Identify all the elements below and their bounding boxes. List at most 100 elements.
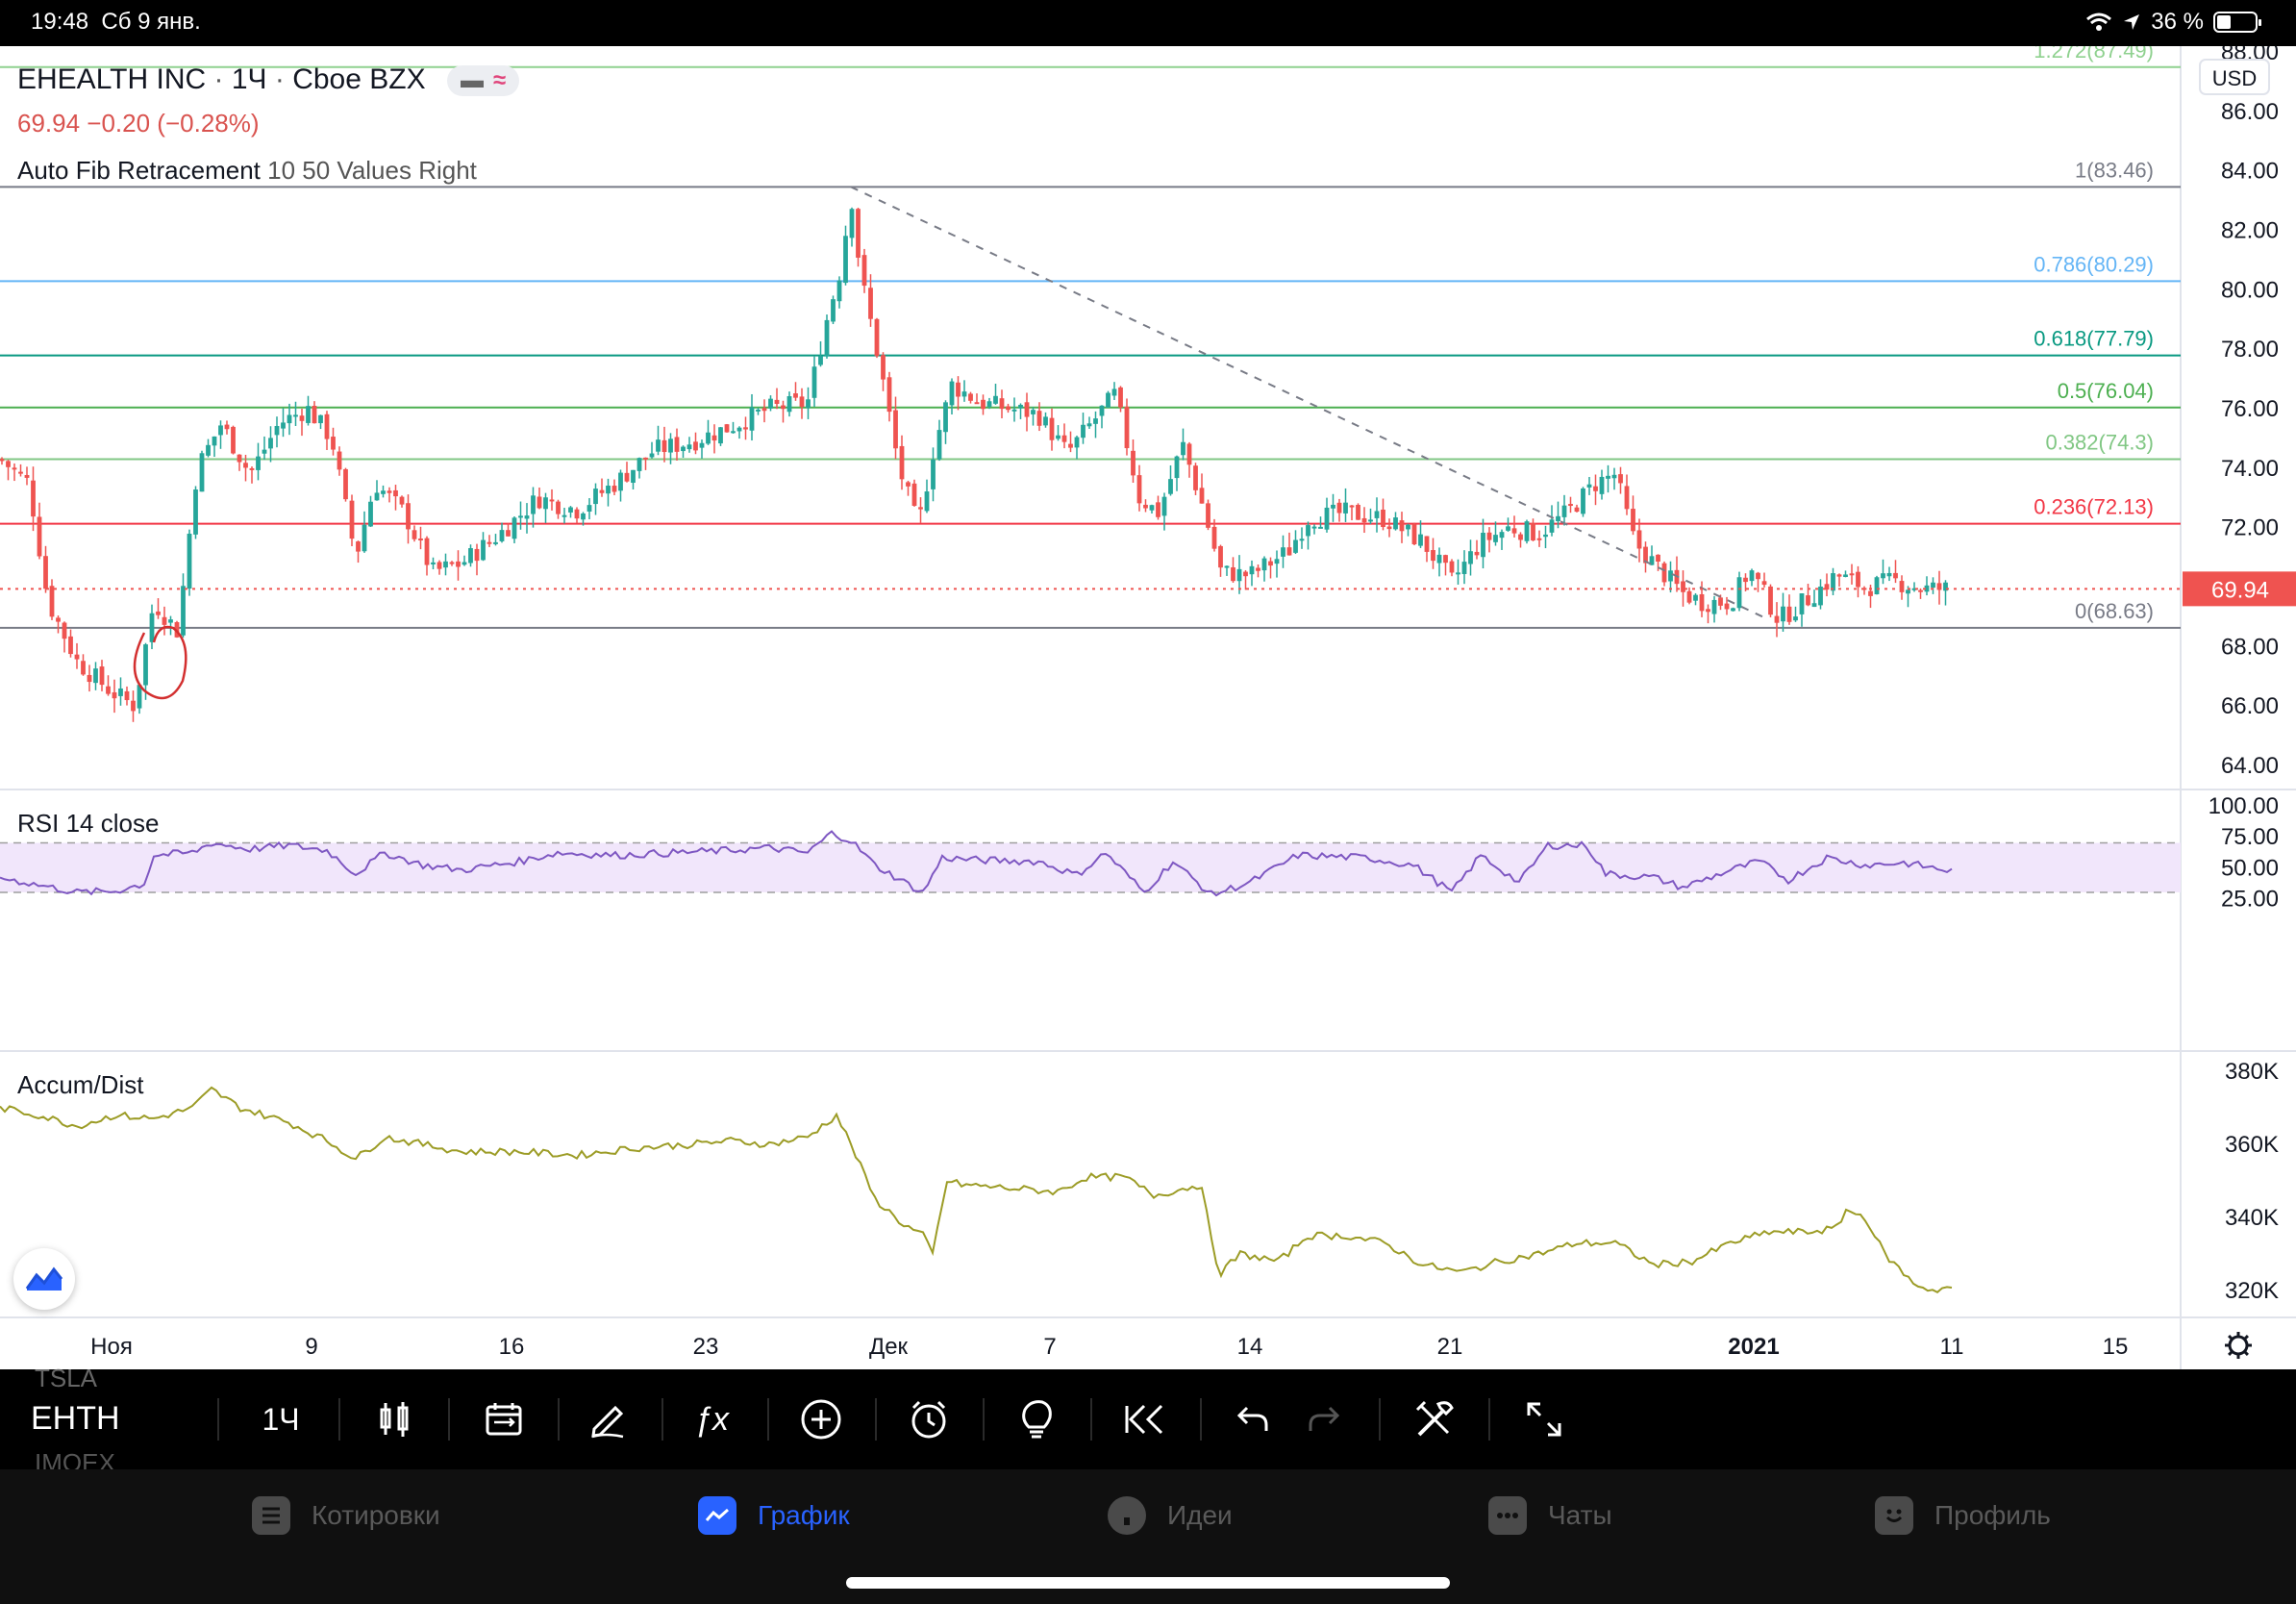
candle-body (1193, 465, 1198, 490)
candle-body (1199, 488, 1205, 504)
candle-body (1511, 528, 1517, 534)
tab-ideas[interactable]: Идеи (1108, 1496, 1233, 1535)
home-indicator[interactable] (846, 1577, 1450, 1589)
battery-percent: 36 % (2151, 9, 2204, 35)
candle-body (1399, 520, 1405, 532)
price-tick-label: 82.00 (2221, 218, 2279, 244)
location-icon (2124, 14, 2140, 30)
candle-body (1711, 599, 1717, 614)
symbol-selector[interactable]: EHTH (31, 1400, 120, 1438)
ideas-button[interactable] (1010, 1394, 1063, 1444)
candle-body (1111, 388, 1117, 396)
candle-body (1486, 532, 1492, 540)
candle-body (786, 396, 792, 413)
candle-body (274, 425, 280, 436)
candle-body (1536, 538, 1542, 540)
candle-body (1493, 535, 1498, 542)
symbol-prev[interactable]: TSLA (35, 1364, 97, 1393)
fib-legend[interactable]: Auto Fib Retracement 10 50 Values Right (17, 156, 477, 186)
rsi-legend[interactable]: RSI 14 close (17, 809, 159, 839)
candle-body (1036, 411, 1042, 426)
candle-body (368, 501, 373, 527)
tab-chats[interactable]: Чаты (1488, 1496, 1612, 1535)
chart-area[interactable]: 1.272(87.49) 1(83.46) 0.786(80.29) 0.618(77… (0, 46, 2296, 1369)
candle-body (1361, 517, 1367, 523)
candle-body (43, 556, 48, 589)
fullscreen-button[interactable] (1517, 1394, 1571, 1444)
candle-body (1699, 593, 1705, 612)
indicators-icon: ƒx (694, 1400, 729, 1438)
candle-body (1031, 410, 1036, 414)
candle-body (1186, 443, 1192, 465)
add-button[interactable] (794, 1394, 848, 1444)
candle-body (843, 236, 848, 284)
ad-tick-label: 320K (2225, 1278, 2279, 1304)
candle-body (0, 459, 5, 462)
ad-legend[interactable]: Accum/Dist (17, 1070, 143, 1100)
candle-body (1886, 572, 1892, 577)
candle-body (93, 668, 98, 684)
candle-body (343, 468, 348, 500)
tab-profile[interactable]: Профиль (1875, 1496, 2051, 1535)
candle-body (1211, 526, 1217, 549)
candle-body (743, 427, 748, 430)
draw-button[interactable] (581, 1394, 635, 1444)
tab-quotes[interactable]: Котировки (252, 1496, 440, 1535)
currency-label: USD (2212, 66, 2257, 90)
candle-body (418, 538, 423, 540)
fib-level-label: 0.786(80.29) (2034, 252, 2154, 276)
candle-body (187, 533, 192, 589)
indicators-button[interactable]: ƒx (685, 1394, 738, 1444)
candle-body (1174, 456, 1180, 479)
tab-bar: Котировки График Идеи Чаты Профиль (0, 1469, 2296, 1604)
time-axis-label: 7 (1043, 1334, 1056, 1360)
candle-body (599, 489, 605, 493)
candle-body (836, 280, 842, 302)
symbol-legend[interactable]: EHEALTH INC · 1Ч · Cboe BZX ▬ ≈ (17, 63, 520, 97)
candle-body (81, 661, 86, 675)
tools-settings-button[interactable] (1408, 1394, 1461, 1444)
candle-body (1343, 502, 1348, 514)
candle-body (1611, 474, 1617, 479)
chart-type-button[interactable] (367, 1394, 421, 1444)
candle-body (961, 391, 967, 397)
candle-body (1836, 574, 1842, 577)
tradingview-logo-button[interactable] (13, 1248, 75, 1310)
candle-body (468, 548, 473, 564)
price-tick-label: 80.00 (2221, 277, 2279, 303)
compare-button[interactable] (477, 1394, 531, 1444)
candle-body (412, 530, 417, 539)
candle-body (1568, 504, 1573, 507)
chats-icon (1488, 1496, 1527, 1535)
candle-body (324, 414, 330, 439)
candle-body (681, 446, 686, 452)
alert-button[interactable] (902, 1394, 956, 1444)
candle-body (724, 424, 730, 433)
candle-body (1693, 594, 1698, 601)
candle-body (1006, 406, 1011, 411)
tab-chart[interactable]: График (698, 1496, 850, 1535)
candle-body (1518, 534, 1523, 540)
candle-body (1243, 571, 1248, 577)
chart-canvas[interactable]: 1.272(87.49) 1(83.46) 0.786(80.29) 0.618(77… (0, 46, 2296, 1369)
time-axis-label: Ноя (90, 1334, 133, 1360)
candle-body (1931, 582, 1935, 589)
candle-body (1524, 521, 1530, 541)
candle-body (1906, 589, 1910, 594)
candle-body (756, 409, 761, 412)
undo-button[interactable] (1229, 1394, 1277, 1444)
redo-button[interactable] (1300, 1394, 1348, 1444)
fib-legend-params: 10 50 Values Right (267, 156, 477, 185)
replay-button[interactable] (1119, 1394, 1173, 1444)
candle-body (462, 562, 467, 565)
symbol-name: EHEALTH INC (17, 63, 207, 95)
time-axis-label: Дек (869, 1334, 909, 1360)
candle-body (774, 399, 780, 404)
candle-body (649, 453, 655, 458)
legend-toggle[interactable]: ▬ ≈ (446, 65, 520, 97)
price-tick-label: 76.00 (2221, 396, 2279, 422)
interval-button[interactable]: 1Ч (252, 1394, 310, 1444)
fib-level-label: 0.382(74.3) (2045, 431, 2154, 455)
candle-body (1756, 572, 1760, 580)
candle-body (818, 356, 823, 365)
